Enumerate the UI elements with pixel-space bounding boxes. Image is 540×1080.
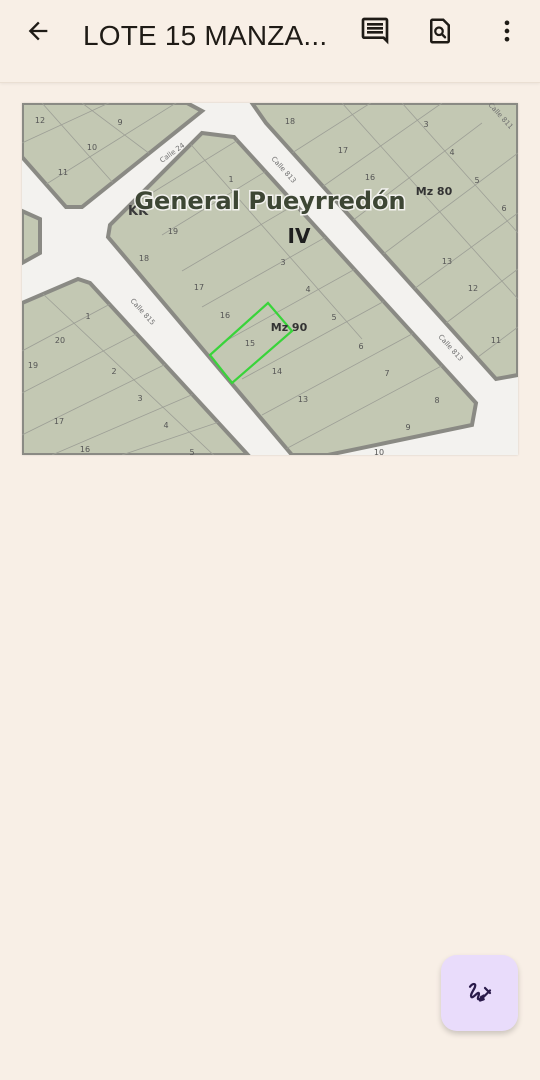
- page-title: LOTE 15 MANZA...: [83, 20, 328, 51]
- cadastral-map-image[interactable]: 12 9 10 11 18 17 16 3 4 5 6 13 12 11 1 1…: [22, 103, 518, 455]
- plot-number: 10: [87, 143, 97, 152]
- plot-number: 18: [285, 117, 295, 126]
- plot-number: 3: [280, 258, 285, 267]
- top-app-bar: LOTE 15 MANZA...: [0, 0, 540, 83]
- plot-number: 5: [331, 313, 336, 322]
- plot-number: 20: [55, 336, 65, 345]
- manzana-80-label: Mz 80: [416, 185, 453, 198]
- plot-number: 17: [194, 283, 204, 292]
- plot-number: 6: [501, 204, 506, 213]
- plot-number: 15: [245, 339, 255, 348]
- plot-number: 10: [374, 448, 384, 455]
- plot-number: 4: [305, 285, 310, 294]
- plot-number: 19: [168, 227, 178, 236]
- arrow-back-icon: [28, 21, 48, 41]
- find-in-page-icon: [430, 18, 450, 44]
- plot-number: 18: [139, 254, 149, 263]
- plot-number: 17: [338, 146, 348, 155]
- manzana-90-label: Mz 90: [271, 321, 308, 334]
- sign-document-fab[interactable]: [441, 955, 518, 1031]
- plot-number: 4: [163, 421, 168, 430]
- comment-icon: [361, 17, 389, 45]
- more-vert-icon: [504, 20, 510, 42]
- comments-button[interactable]: [355, 11, 395, 51]
- plot-number: 16: [80, 445, 90, 454]
- plot-number: 9: [405, 423, 410, 432]
- plot-number: 1: [228, 175, 233, 184]
- plot-number: 16: [365, 173, 375, 182]
- plot-number: 11: [491, 336, 501, 345]
- plot-number: 6: [358, 342, 363, 351]
- plot-number: 19: [28, 361, 38, 370]
- plot-number: 5: [474, 176, 479, 185]
- plot-number: 4: [449, 148, 454, 157]
- plot-number: 2: [111, 367, 116, 376]
- draw-signature-icon: [468, 982, 491, 1002]
- plot-number: 5: [189, 448, 194, 455]
- find-in-page-button[interactable]: [420, 11, 460, 51]
- locality-label: General Pueyrredón: [134, 187, 405, 215]
- plot-number: 7: [384, 369, 389, 378]
- plot-number: 13: [442, 257, 452, 266]
- plot-number: 3: [423, 120, 428, 129]
- plot-number: 9: [117, 118, 122, 127]
- back-button[interactable]: [18, 11, 58, 51]
- plot-number: 12: [468, 284, 478, 293]
- plot-number: 14: [272, 367, 282, 376]
- plot-number: 17: [54, 417, 64, 426]
- plot-number: 3: [137, 394, 142, 403]
- block-nw-stub: [22, 208, 42, 266]
- plot-number: 12: [35, 116, 45, 125]
- plot-number: 16: [220, 311, 230, 320]
- plot-number: 11: [58, 168, 68, 177]
- plot-number: 13: [298, 395, 308, 404]
- plot-number: 1: [85, 312, 90, 321]
- plot-number: 8: [434, 396, 439, 405]
- more-options-button[interactable]: [487, 11, 527, 51]
- section-label: IV: [288, 224, 311, 248]
